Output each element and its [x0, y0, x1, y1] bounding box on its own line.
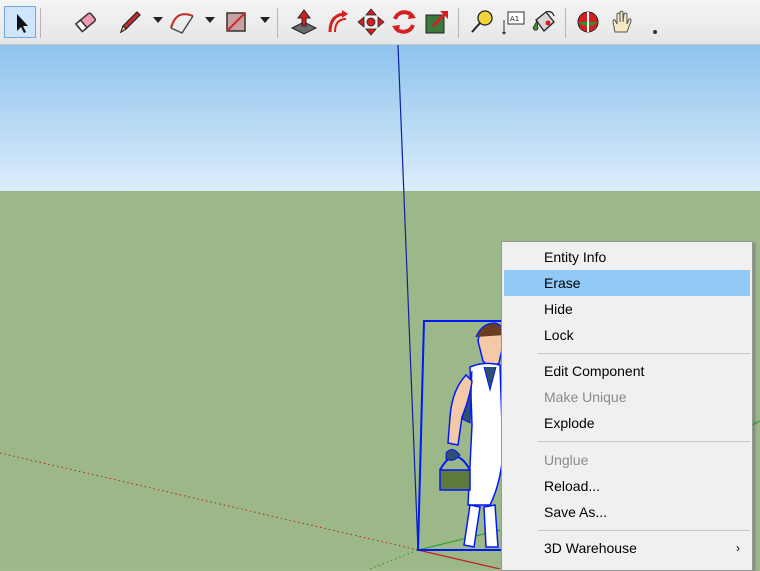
context-menu: Entity Info Erase Hide Lock Edit Compone…: [501, 241, 753, 571]
pencil-icon: [119, 11, 141, 34]
person-component[interactable]: [416, 320, 506, 551]
tape-measure-tool-button[interactable]: [466, 6, 498, 38]
green-axis-far-segment: [751, 420, 760, 426]
menu-item-explode[interactable]: Explode: [504, 410, 750, 436]
text-label-icon: A1: [502, 11, 525, 35]
menu-separator: [538, 353, 750, 354]
figure-basket: [439, 469, 471, 491]
line-tool-dropdown-arrow[interactable]: [153, 17, 163, 23]
arc-icon: [170, 13, 194, 34]
menu-item-unglue: Unglue: [504, 447, 750, 473]
menu-item-3d-warehouse[interactable]: 3D Warehouse ›: [504, 535, 750, 561]
menu-item-label: Hide: [544, 301, 573, 317]
push-pull-tool-button[interactable]: [288, 6, 320, 38]
paint-bucket-tool-button[interactable]: [528, 6, 560, 38]
line-tool-button[interactable]: [113, 6, 145, 38]
eraser-tool-button[interactable]: [70, 6, 102, 38]
pan-tool-button[interactable]: [605, 6, 637, 38]
menu-item-label: Lock: [544, 327, 574, 343]
tape-measure-icon: [471, 10, 493, 33]
svg-text:A1: A1: [510, 15, 519, 23]
red-axis-dotted-line: [0, 452, 419, 551]
move-tool-button[interactable]: [355, 6, 387, 38]
menu-separator: [538, 530, 750, 531]
menu-item-edit-component[interactable]: Edit Component: [504, 358, 750, 384]
red-axis-line: [417, 549, 501, 569]
green-axis-dotted-line: [369, 549, 419, 569]
pan-hand-icon: [612, 10, 632, 33]
menu-item-hide[interactable]: Hide: [504, 296, 750, 322]
rectangle-icon: [226, 12, 246, 32]
eraser-icon: [74, 12, 97, 33]
rotate-tool-button[interactable]: [388, 6, 420, 38]
toolbar-separator: [565, 8, 566, 38]
menu-separator: [538, 441, 750, 442]
basket-cloth: [445, 449, 461, 461]
figure-leg-right: [483, 504, 499, 548]
menu-item-label: Erase: [544, 275, 581, 291]
select-tool-button[interactable]: [4, 6, 36, 38]
menu-item-label: Unglue: [544, 452, 589, 468]
orbit-icon: [577, 11, 599, 33]
rectangle-tool-button[interactable]: [220, 6, 252, 38]
text-tool-button[interactable]: A1: [497, 6, 529, 38]
paint-bucket-icon: [532, 10, 555, 32]
menu-item-label: 3D Warehouse: [544, 540, 637, 556]
menu-item-label: Make Unique: [544, 389, 627, 405]
offset-icon: [328, 10, 348, 33]
offset-tool-button[interactable]: [322, 6, 354, 38]
toolbar-separator: [40, 8, 41, 38]
menu-item-lock[interactable]: Lock: [504, 322, 750, 348]
menu-item-entity-info[interactable]: Entity Info: [504, 244, 750, 270]
cursor-arrow-icon: [17, 14, 28, 33]
arc-tool-button[interactable]: [166, 6, 198, 38]
menu-item-save-as[interactable]: Save As...: [504, 499, 750, 525]
menu-item-label: Save As...: [544, 504, 608, 520]
orbit-tool-button[interactable]: [572, 6, 604, 38]
menu-item-label: Reload...: [544, 478, 601, 494]
scale-tool-button[interactable]: [421, 6, 453, 38]
toolbar-separator: [458, 8, 459, 38]
menu-item-erase[interactable]: Erase: [504, 270, 750, 296]
menu-item-label: Explode: [544, 415, 595, 431]
toolbar-overflow-clipped: [640, 6, 657, 38]
figure-leg-left: [463, 504, 481, 548]
rotate-icon: [392, 10, 416, 34]
arc-tool-dropdown-arrow[interactable]: [205, 17, 215, 23]
main-toolbar: A1: [0, 0, 760, 45]
submenu-arrow-icon: ›: [736, 541, 740, 555]
blue-axis-line: [397, 45, 419, 551]
rectangle-tool-dropdown-arrow[interactable]: [260, 17, 270, 23]
menu-item-make-unique: Make Unique: [504, 384, 750, 410]
figure-apron: [467, 362, 504, 506]
menu-item-label: Edit Component: [544, 363, 645, 379]
push-pull-icon: [290, 9, 318, 35]
truncated-tool-icon: [653, 30, 657, 34]
menu-item-reload[interactable]: Reload...: [504, 473, 750, 499]
move-icon: [357, 8, 385, 36]
scale-icon: [425, 10, 449, 34]
toolbar-separator: [277, 8, 278, 38]
menu-item-label: Entity Info: [544, 249, 607, 265]
